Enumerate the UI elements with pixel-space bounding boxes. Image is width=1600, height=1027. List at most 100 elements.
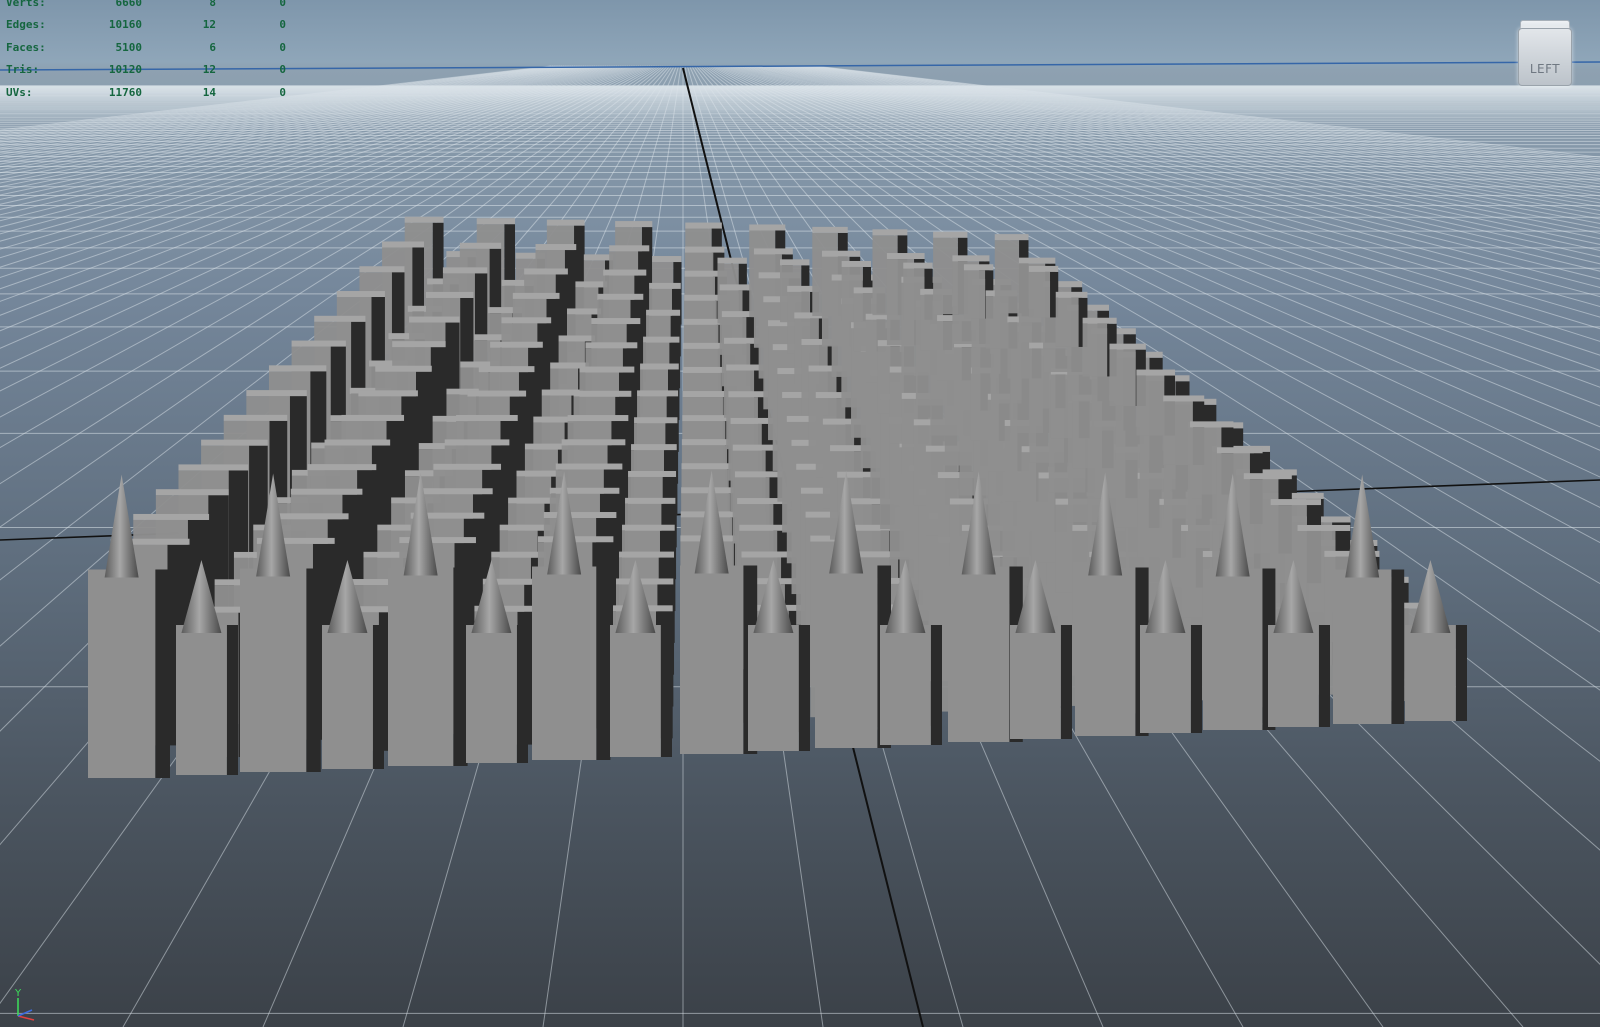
block-front [155,569,170,778]
block-segment [392,341,446,348]
block-segment [933,231,968,238]
block-segment [1136,369,1176,376]
block-segment [324,439,391,446]
hud-label: Verts: [6,0,46,9]
block-segment [467,390,527,397]
block-front [532,566,597,760]
block-segment [155,489,229,496]
block-segment [567,308,602,315]
block-segment [558,335,595,342]
viewport-scene[interactable] [0,0,1600,1027]
block-segment [963,264,994,271]
hud-value: 0 [279,40,286,54]
block-segment [719,284,752,291]
hud-value: 11760 [108,85,142,99]
hud-row-edges: Edges: 10160 12 0 [6,14,286,36]
hud-value: 8 [209,0,216,9]
hud-label: UVs: [6,85,33,99]
hud-value: 10120 [108,63,142,77]
block-segment [290,488,363,495]
block-segment [1055,291,1088,298]
block-front [596,566,611,760]
block-segment [426,291,474,298]
block-segment [1190,421,1234,428]
hud-value: 0 [279,63,286,77]
block-segment [903,262,933,269]
block-segment [952,255,990,262]
block-segment [646,309,681,316]
block-front [1140,625,1191,733]
hud-label: Tris: [6,63,40,77]
block-segment [812,226,848,233]
block-segment [585,342,638,349]
block-segment [728,391,770,398]
block-segment [994,240,1020,314]
block-front [680,565,744,754]
block-front [930,625,942,745]
block-segment [730,417,774,424]
block-segment [178,464,249,471]
axis-gizmo-icon: Y [8,988,44,1022]
block-segment [994,234,1029,241]
block-front [372,625,384,769]
block-segment [732,444,779,451]
model-geometry[interactable] [88,216,1467,778]
block-segment [478,366,535,373]
block-segment [291,340,346,347]
hud-row-tris: Tris: 10120 12 0 [6,59,286,81]
block-front [798,625,810,751]
block-segment [442,267,488,274]
block-segment [615,221,653,228]
block-segment [685,222,722,229]
block-segment [512,292,560,299]
block-segment [1163,395,1205,402]
block-segment [444,439,510,446]
block-segment [336,291,385,298]
block-segment [841,260,872,267]
block-segment [1297,524,1351,531]
block-segment [201,439,268,446]
block-front [1455,625,1467,721]
block-front [1268,625,1319,727]
block-segment [268,365,327,372]
block-front [948,566,1010,742]
block-front [466,625,517,763]
block-segment [583,254,614,261]
block-segment [490,341,543,348]
block-segment [382,241,425,248]
block-spike [1410,560,1451,633]
block-segment [1216,447,1263,454]
block-segment [1243,473,1292,480]
block-segment [603,269,647,276]
block-front [1075,567,1136,736]
block-segment [640,363,679,370]
block-segment [409,316,460,323]
block-segment [433,463,502,470]
block-segment [1082,317,1117,324]
block-segment [1018,257,1056,264]
hud-value: 0 [279,0,286,9]
block-segment [358,390,418,397]
block-segment [404,216,444,223]
block-front [748,625,799,751]
hud-value: 12 [202,18,216,32]
block-segment [501,317,552,324]
view-cube-left-face[interactable] [1518,28,1572,86]
view-cube-icon[interactable]: LEFT [1512,16,1574,90]
block-segment [459,242,502,249]
block-front [1060,625,1072,739]
hud-value: 12 [202,63,216,77]
block-segment [456,414,518,421]
hud-row-verts: Verts: 6660 8 0 [6,0,286,14]
block-front [226,625,238,775]
hud-value: 6 [209,40,216,54]
view-cube-label: LEFT [1529,62,1561,76]
block-front [1203,568,1263,730]
block-segment [575,281,608,288]
block-front [176,625,227,775]
block-segment [872,229,908,236]
block-front [88,569,156,778]
maya-3d-viewport[interactable]: Verts: 6660 8 0 Edges: 10160 12 0 Faces:… [0,0,1600,1027]
block-front [1333,569,1392,724]
block-segment [717,257,747,264]
